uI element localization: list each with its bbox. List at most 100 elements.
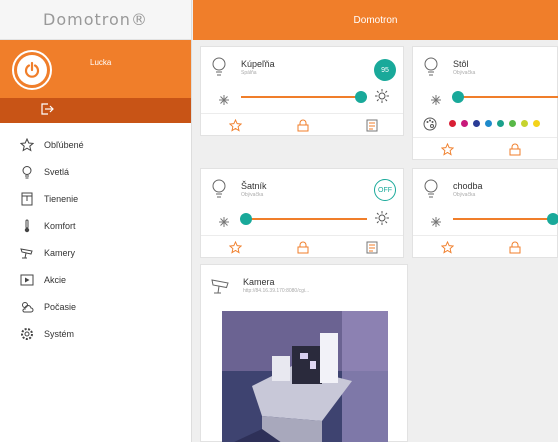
color-palette	[449, 120, 540, 127]
menu-item-actions[interactable]: Akcie	[0, 266, 191, 293]
device-value-badge[interactable]: 95	[374, 59, 396, 81]
slider-knob[interactable]	[547, 213, 558, 225]
brightness-slider[interactable]	[453, 213, 558, 225]
dim-icon	[431, 92, 441, 110]
divider	[413, 235, 557, 236]
bulb-icon	[423, 57, 439, 82]
divider	[201, 113, 403, 114]
power-icon	[17, 55, 47, 85]
favorite-star-icon[interactable]	[228, 118, 243, 137]
main-menu: Obľúbené Svetlá Tienenie Komfort Kamery …	[0, 123, 191, 347]
dim-icon	[219, 214, 229, 232]
favorite-star-icon[interactable]	[228, 240, 243, 259]
device-name: Šatník	[241, 181, 267, 191]
lock-icon[interactable]	[509, 241, 521, 259]
menu-item-favorites[interactable]: Obľúbené	[0, 131, 191, 158]
color-dot[interactable]	[533, 120, 540, 127]
lock-icon[interactable]	[509, 143, 521, 161]
gear-icon	[20, 327, 34, 341]
page-header: Domotron	[193, 0, 558, 40]
camera-icon	[211, 277, 231, 300]
brightness-slider[interactable]	[452, 91, 558, 103]
brightness-slider[interactable]	[240, 213, 367, 225]
lock-icon[interactable]	[297, 241, 309, 259]
sidebar: Domotron® Lucka Obľúbené Svetlá Tienenie…	[0, 0, 192, 442]
device-name: Kúpeľňa	[241, 59, 275, 69]
menu-label: Počasie	[44, 301, 77, 312]
blind-icon	[20, 192, 34, 206]
bulb-icon	[211, 179, 227, 204]
color-dot[interactable]	[473, 120, 480, 127]
slider-track	[241, 96, 367, 98]
menu-item-comfort[interactable]: Komfort	[0, 212, 191, 239]
menu-label: Svetlá	[44, 166, 70, 177]
menu-label: Systém	[44, 328, 75, 339]
logout-button[interactable]	[0, 98, 191, 123]
device-room: Obývačka	[241, 192, 264, 198]
color-dot[interactable]	[521, 120, 528, 127]
dim-icon	[431, 214, 441, 232]
color-dot[interactable]	[449, 120, 456, 127]
camera-card: Kamera http://84.16.39.170:8080/cgi...	[200, 264, 408, 442]
slider-knob[interactable]	[452, 91, 464, 103]
device-room: Obývačka	[453, 70, 476, 76]
menu-item-system[interactable]: Systém	[0, 320, 191, 347]
slider-track	[246, 218, 367, 220]
palette-icon[interactable]	[423, 117, 437, 136]
slider-track	[453, 218, 553, 220]
camera-icon	[20, 246, 34, 260]
device-card: Kúpeľňa Spálňa 95	[200, 46, 404, 136]
star-icon	[20, 137, 34, 152]
user-panel: Lucka	[0, 40, 191, 98]
device-card: Stôl Obývačka	[412, 46, 558, 160]
thermometer-icon	[20, 219, 34, 233]
device-room: Obývačka	[453, 192, 476, 198]
menu-item-lights[interactable]: Svetlá	[0, 158, 191, 185]
user-name: Lucka	[90, 58, 112, 67]
slider-knob[interactable]	[240, 213, 252, 225]
camera-feed[interactable]	[222, 311, 388, 442]
favorite-star-icon[interactable]	[440, 240, 455, 259]
camera-url: http://84.16.39.170:8080/cgi...	[243, 288, 310, 294]
page-title: Domotron	[353, 14, 398, 26]
logout-icon	[40, 102, 54, 120]
menu-label: Akcie	[44, 274, 67, 285]
device-room: Spálňa	[241, 70, 257, 76]
device-name: Stôl	[453, 59, 469, 69]
slider-track	[458, 96, 558, 98]
menu-item-weather[interactable]: Počasie	[0, 293, 191, 320]
divider	[201, 235, 403, 236]
dim-icon	[219, 92, 229, 110]
device-value-badge[interactable]: OFF	[374, 179, 396, 201]
slider-knob[interactable]	[354, 91, 367, 103]
menu-item-blinds[interactable]: Tienenie	[0, 185, 191, 212]
sun-icon	[375, 89, 389, 108]
bulb-icon	[423, 179, 439, 204]
menu-label: Tienenie	[44, 193, 79, 204]
device-name: chodba	[453, 181, 483, 191]
power-button[interactable]	[12, 50, 52, 90]
menu-item-cameras[interactable]: Kamery	[0, 239, 191, 266]
menu-label: Obľúbené	[44, 139, 84, 150]
device-card: chodba Obývačka	[412, 168, 558, 258]
color-dot[interactable]	[509, 120, 516, 127]
camera-name: Kamera	[243, 277, 275, 287]
color-dot[interactable]	[461, 120, 468, 127]
favorite-star-icon[interactable]	[440, 142, 455, 161]
divider	[413, 137, 557, 138]
schedule-icon[interactable]	[366, 241, 378, 259]
lock-icon[interactable]	[297, 119, 309, 137]
play-icon	[20, 273, 34, 287]
color-dot[interactable]	[485, 120, 492, 127]
bulb-icon	[211, 57, 227, 82]
menu-label: Kamery	[44, 247, 76, 258]
schedule-icon[interactable]	[366, 119, 378, 137]
device-card: Šatník Obývačka OFF	[200, 168, 404, 258]
menu-label: Komfort	[44, 220, 76, 231]
bulb-icon	[20, 165, 34, 179]
color-dot[interactable]	[497, 120, 504, 127]
logo: Domotron®	[0, 0, 191, 40]
sun-icon	[375, 211, 389, 230]
brightness-slider[interactable]	[241, 91, 367, 103]
weather-icon	[20, 300, 34, 314]
